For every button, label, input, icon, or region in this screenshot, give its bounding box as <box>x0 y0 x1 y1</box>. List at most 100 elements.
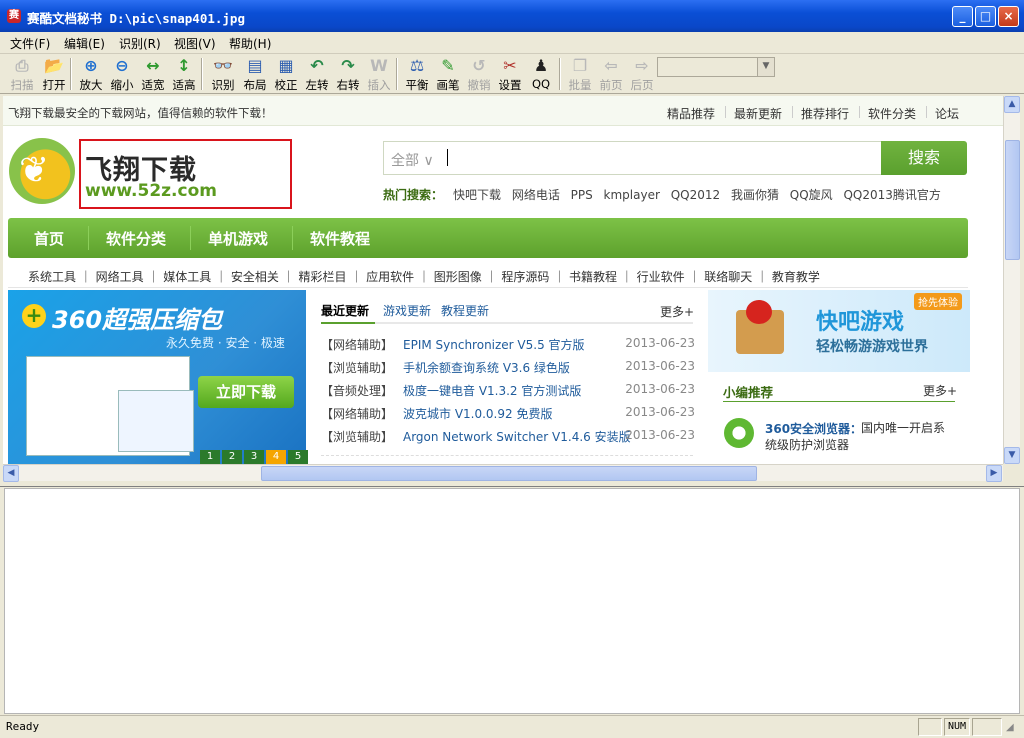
game-banner-title: 快吧游戏 <box>816 310 905 335</box>
banner-page-3[interactable]: 3 <box>244 450 264 464</box>
toolbar-button-label: 左转 <box>305 78 329 92</box>
tab-tutorial-updates[interactable]: 教程更新 <box>441 302 489 319</box>
toolbar-button-label: 校正 <box>274 78 298 92</box>
banner-page-5[interactable]: 5 <box>288 450 308 464</box>
resize-grip-icon[interactable]: ◢ <box>1006 722 1014 733</box>
divider <box>321 322 693 324</box>
promo-banner-kuaiba-games[interactable]: 快吧游戏 轻松畅游游戏世界 抢先体验 <box>708 290 970 372</box>
toolbar-button-zoom-out[interactable]: ⊖ 缩小 <box>105 56 139 94</box>
nav-software-categories[interactable]: 软件分类 <box>106 228 166 249</box>
toolbar-button-qq-penguin[interactable]: ♟ QQ <box>524 56 558 94</box>
maximize-button[interactable]: □ <box>975 6 996 27</box>
layout-icon: ▤ <box>247 56 263 75</box>
site-logo-url[interactable]: www.52z.com <box>85 181 217 201</box>
more-link[interactable]: 更多+ <box>660 303 694 320</box>
nav-pc-games[interactable]: 单机游戏 <box>208 228 268 249</box>
toolbar-button-rotate-left[interactable]: ↶ 左转 <box>300 56 334 94</box>
next-page-icon: ⇨ <box>635 56 649 75</box>
settings-tools-icon: ✂ <box>503 56 517 75</box>
toolbar-button-label: 批量 <box>568 78 592 92</box>
toolbar-button-next-page[interactable]: ⇨ 后页 <box>625 56 659 94</box>
menu-help[interactable]: 帮助(H) <box>229 35 271 52</box>
news-title[interactable]: Argon Network Switcher V1.4.6 安装版 <box>403 428 631 445</box>
toolbar-button-fit-width[interactable]: ↔ 适宽 <box>136 56 170 94</box>
vertical-scrollbar[interactable]: ▲ ▼ <box>1003 96 1020 464</box>
toplink-featured[interactable]: 精品推荐 <box>667 105 715 122</box>
search-input[interactable]: 全部 ∨ <box>383 141 882 175</box>
banner-page-2[interactable]: 2 <box>222 450 242 464</box>
search-button[interactable]: 搜索 <box>881 141 967 175</box>
scanner-icon: ⎙ <box>15 56 29 75</box>
minimize-button[interactable]: _ <box>952 6 973 27</box>
hot-search-links[interactable]: 快吧下载 网络电话 PPS kmplayer QQ2012 我画你猜 QQ旋风 … <box>453 186 941 203</box>
banner-page-1[interactable]: 1 <box>200 450 220 464</box>
pane-splitter[interactable] <box>0 483 1024 487</box>
toolbar-button-rotate-right[interactable]: ↷ 右转 <box>331 56 365 94</box>
menu-file[interactable]: 文件(F) <box>10 35 50 52</box>
title-bar[interactable]: 赛 赛酷文档秘书 D:\pic\snap401.jpg _ □ × <box>0 0 1024 32</box>
download-now-button[interactable]: 立即下载 <box>198 376 294 408</box>
toolbar-button-pen[interactable]: ✎ 画笔 <box>431 56 465 94</box>
toolbar-button-correct[interactable]: ▦ 校正 <box>269 56 303 94</box>
result-text-pane[interactable] <box>4 488 1020 714</box>
tab-latest-updates[interactable]: 最近更新 <box>321 302 369 319</box>
list-item[interactable]: 【浏览辅助】 手机余额查询系统 V3.6 绿色版 2013-06-23 <box>321 359 695 379</box>
toolbar-button-label: 扫描 <box>10 78 34 92</box>
scroll-up-icon[interactable]: ▲ <box>1004 96 1020 113</box>
menu-recognize[interactable]: 识别(R) <box>119 35 161 52</box>
banner-page-4[interactable]: 4 <box>266 450 286 464</box>
news-category: 【网络辅助】 <box>321 407 394 421</box>
toolbar-button-scanner[interactable]: ⎙ 扫描 <box>5 56 39 94</box>
toolbar-button-fit-height[interactable]: ↕ 适高 <box>167 56 201 94</box>
nav-home[interactable]: 首页 <box>34 228 64 249</box>
news-title[interactable]: EPIM Synchronizer V5.5 官方版 <box>403 336 585 353</box>
menu-view[interactable]: 视图(V) <box>174 35 216 52</box>
search-scope-select[interactable]: 全部 ∨ <box>391 150 434 170</box>
toolbar-button-folder-open[interactable]: 📂 打开 <box>37 56 71 94</box>
site-logo-icon[interactable]: ❦ <box>9 138 75 204</box>
toolbar-button-undo[interactable]: ↺ 撤销 <box>462 56 496 94</box>
divider <box>190 226 191 250</box>
toolbar-button-zoom-in[interactable]: ⊕ 放大 <box>74 56 108 94</box>
scroll-right-icon[interactable]: ▶ <box>986 465 1002 482</box>
toplink-ranking[interactable]: 推荐排行 <box>801 105 849 122</box>
list-item[interactable]: 【音频处理】 极度一键电音 V1.3.2 官方测试版 2013-06-23 <box>321 382 695 402</box>
news-title[interactable]: 波克城市 V1.0.0.92 免费版 <box>403 405 552 422</box>
chevron-down-icon[interactable]: ▼ <box>757 58 774 76</box>
toolbar-button-balance[interactable]: ⚖ 平衡 <box>400 56 434 94</box>
document-view[interactable]: 飞翔下载最安全的下载网站，值得信赖的软件下载！ 精品推荐 最新更新 推荐排行 软… <box>3 96 1003 464</box>
recommend-name[interactable]: 360安全浏览器： <box>765 420 862 437</box>
sub-nav: 系统工具 ｜ 网络工具 ｜ 媒体工具 ｜ 安全相关 ｜ 精彩栏目 ｜ 应用软件 … <box>8 264 968 288</box>
news-title[interactable]: 极度一键电音 V1.3.2 官方测试版 <box>403 382 581 399</box>
horizontal-scrollbar[interactable]: ◀ ▶ <box>3 464 1003 482</box>
app-icon[interactable]: 赛 <box>7 9 21 23</box>
menu-edit[interactable]: 编辑(E) <box>64 35 105 52</box>
toolbar-button-settings-tools[interactable]: ✂ 设置 <box>493 56 527 94</box>
promo-banner-360zip[interactable]: + 360超强压缩包 永久免费 · 安全 · 极速 立即下载 1 2 3 4 5 <box>8 290 308 464</box>
prev-page-icon: ⇦ <box>604 56 618 75</box>
news-title[interactable]: 手机余额查询系统 V3.6 绿色版 <box>403 359 570 376</box>
nav-tutorials[interactable]: 软件教程 <box>310 228 370 249</box>
toolbar-button-batch[interactable]: ❐ 批量 <box>563 56 597 94</box>
browser-360-icon[interactable]: e <box>724 418 754 448</box>
list-item[interactable]: 【网络辅助】 波克城市 V1.0.0.92 免费版 2013-06-23 <box>321 405 695 425</box>
scroll-down-icon[interactable]: ▼ <box>1004 447 1020 464</box>
scroll-thumb[interactable] <box>261 466 757 481</box>
close-button[interactable]: × <box>998 6 1019 27</box>
more-link[interactable]: 更多+ <box>923 382 957 399</box>
toolbar-button-insert-word[interactable]: W 插入 <box>362 56 396 94</box>
list-item[interactable]: 【网络辅助】 EPIM Synchronizer V5.5 官方版 2013-06-… <box>321 336 695 356</box>
tab-game-updates[interactable]: 游戏更新 <box>383 302 431 319</box>
toolbar-button-layout[interactable]: ▤ 布局 <box>238 56 272 94</box>
list-item[interactable]: 【浏览辅助】 Argon Network Switcher V1.4.6 安装版 2… <box>321 428 695 448</box>
sub-nav-links[interactable]: 系统工具 ｜ 网络工具 ｜ 媒体工具 ｜ 安全相关 ｜ 精彩栏目 ｜ 应用软件 … <box>28 268 820 285</box>
toplink-categories[interactable]: 软件分类 <box>868 105 916 122</box>
banner-title: 360超强压缩包 <box>52 306 223 334</box>
scroll-left-icon[interactable]: ◀ <box>3 465 19 482</box>
toplink-forum[interactable]: 论坛 <box>935 105 959 122</box>
scroll-thumb[interactable] <box>1005 140 1020 260</box>
divider <box>321 455 693 456</box>
toolbar-button-recognize[interactable]: 👓 识别 <box>206 56 240 94</box>
toplink-latest[interactable]: 最新更新 <box>734 105 782 122</box>
toolbar-button-prev-page[interactable]: ⇦ 前页 <box>594 56 628 94</box>
